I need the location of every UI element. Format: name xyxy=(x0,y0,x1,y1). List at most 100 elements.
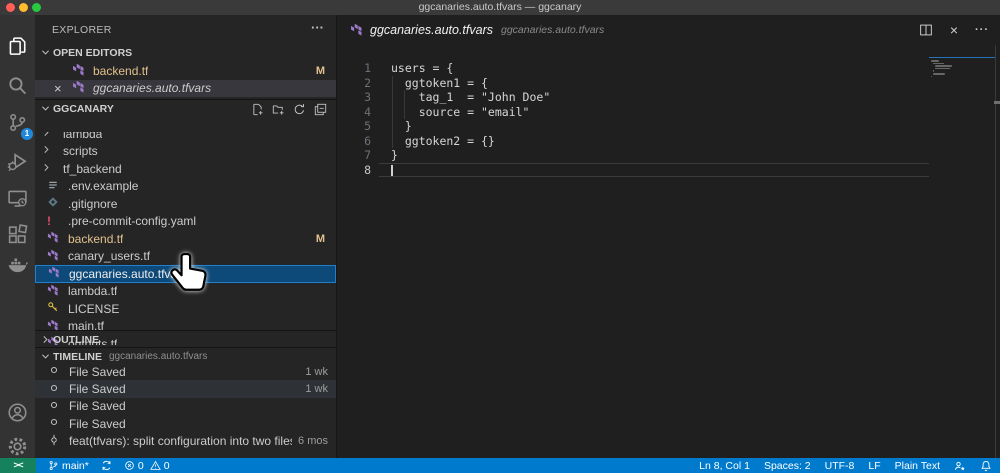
gitignore-icon xyxy=(47,196,61,211)
line-number: 2 xyxy=(364,75,371,90)
section-title: TIMELINE xyxy=(53,350,102,363)
status-label: LF xyxy=(868,459,881,472)
section-header-open-editors[interactable]: OPEN EDITORS xyxy=(35,44,336,61)
line-number: 4 xyxy=(364,104,371,119)
status-git-branch[interactable]: main* xyxy=(48,460,89,472)
tree-item-.env.example[interactable]: .env.example xyxy=(35,178,336,196)
folder-label: lambda xyxy=(63,132,103,141)
status-warnings[interactable]: 0 xyxy=(149,459,170,472)
new-file-icon[interactable] xyxy=(249,101,265,117)
status-eol[interactable]: LF xyxy=(868,460,880,472)
collapse-all-icon[interactable] xyxy=(312,101,328,117)
terraform-icon xyxy=(47,249,61,264)
history-circle-icon xyxy=(48,399,60,414)
activity-item-run-debug[interactable] xyxy=(0,144,35,179)
status-indentation[interactable]: Spaces: 2 xyxy=(764,460,811,472)
status-errors[interactable]: 0 xyxy=(124,460,144,472)
feedback-icon xyxy=(954,460,966,472)
remote-explorer-icon xyxy=(7,188,28,209)
status-cursor-position[interactable]: Ln 8, Col 1 xyxy=(699,460,750,472)
title-bar: ggcanaries.auto.tfvars — ggcanary xyxy=(0,0,1000,15)
close-editor-button[interactable]: × xyxy=(946,22,962,38)
tree-item-lambda.tf[interactable]: lambda.tf xyxy=(35,283,336,301)
status-label: 0 xyxy=(163,459,170,472)
tree-item-.gitignore[interactable]: .gitignore xyxy=(35,195,336,213)
tree-item-scripts[interactable]: scripts xyxy=(35,143,336,161)
scrollbar-track[interactable] xyxy=(995,45,996,458)
tree-item-backend.tf[interactable]: backend.tf M xyxy=(35,230,336,248)
account-icon xyxy=(7,402,28,423)
tree-item-tf_backend[interactable]: tf_backend xyxy=(35,160,336,178)
activity-item-explorer[interactable] xyxy=(0,29,35,64)
minimap[interactable] xyxy=(929,60,994,88)
file-tree: lambda scripts tf_backend .env.example .giti… xyxy=(35,132,336,345)
section-header-outline[interactable]: OUTLINE xyxy=(35,330,336,348)
code-editor[interactable]: 1 users = {2 ggtoken1 = {3 tag_1 = "John … xyxy=(337,45,1000,458)
status-bar-right: Ln 8, Col 1 Spaces: 2 UTF-8 LF Plain Text xyxy=(699,460,992,472)
activity-item-accounts[interactable] xyxy=(0,395,35,430)
git-commit-icon xyxy=(48,434,60,449)
remote-indicator[interactable]: >< xyxy=(0,458,36,473)
code-line: ggtoken2 = {} xyxy=(391,133,495,148)
section-title: OPEN EDITORS xyxy=(53,46,133,59)
chevron-right-icon xyxy=(41,162,55,176)
activity-item-remote-explorer[interactable] xyxy=(0,181,35,216)
activity-item-docker[interactable] xyxy=(0,247,35,282)
sidebar-more-actions-icon[interactable]: ··· xyxy=(311,20,324,35)
remote-icon: >< xyxy=(13,460,23,471)
timeline-item[interactable]: feat(tfvars): split configuration into t… xyxy=(35,433,336,450)
sync-icon xyxy=(101,460,112,471)
line-number: 3 xyxy=(364,90,371,104)
editor-label: backend.tf xyxy=(93,63,149,78)
minimap-line xyxy=(931,60,940,62)
minimap-slider-edge xyxy=(929,57,995,58)
terraform-icon xyxy=(47,231,61,246)
terraform-icon xyxy=(48,266,62,281)
timeline-time: 6 mos xyxy=(298,435,328,448)
section-header-folder-root[interactable]: GGCANARY xyxy=(35,99,336,117)
open-editor-backend.tf[interactable]: backend.tf M xyxy=(35,62,336,80)
activity-item-source-control[interactable]: 1 xyxy=(0,105,35,140)
history-circle-icon xyxy=(48,416,60,431)
timeline-label: File Saved xyxy=(69,416,126,431)
env-icon xyxy=(47,179,61,194)
status-sync[interactable] xyxy=(101,460,112,471)
more-actions-button[interactable]: ··· xyxy=(974,22,990,38)
editor-tab-label[interactable]: ggcanaries.auto.tfvars xyxy=(370,23,493,37)
timeline-item[interactable]: File Saved 1 wk xyxy=(35,380,336,398)
status-language-mode[interactable]: Plain Text xyxy=(895,460,940,472)
gear-icon xyxy=(7,436,28,457)
timeline-item[interactable]: File Saved 1 wk xyxy=(35,363,336,380)
editor-title-bar[interactable]: ggcanaries.auto.tfvars ggcanaries.auto.t… xyxy=(337,15,1000,45)
open-editor-ggcanaries.auto.tfvars[interactable]: × ggcanaries.auto.tfvars xyxy=(35,79,336,98)
refresh-icon[interactable] xyxy=(291,101,307,117)
editor-group: ggcanaries.auto.tfvars ggcanaries.auto.t… xyxy=(336,15,1000,458)
section-title: OUTLINE xyxy=(53,333,100,346)
status-encoding[interactable]: UTF-8 xyxy=(825,460,855,472)
tree-item-.pre-commit-config.yaml[interactable]: ! .pre-commit-config.yaml xyxy=(35,213,336,231)
close-editor-icon[interactable]: × xyxy=(54,80,62,98)
file-label: ggcanaries.auto.tfvars xyxy=(69,266,188,281)
folder-label: tf_backend xyxy=(63,161,122,176)
timeline-label: File Saved xyxy=(69,399,126,414)
terraform-icon xyxy=(350,23,364,37)
file-label: .env.example xyxy=(68,179,139,194)
tree-item-LICENSE[interactable]: LICENSE xyxy=(35,300,336,318)
timeline-item[interactable]: File Saved xyxy=(35,398,336,415)
terraform-icon xyxy=(72,63,85,79)
split-editor-button[interactable] xyxy=(918,22,934,38)
activity-item-search[interactable] xyxy=(0,68,35,103)
file-label: .gitignore xyxy=(68,196,118,211)
status-feedback[interactable] xyxy=(954,460,966,472)
chevron-down-icon xyxy=(37,101,53,117)
status-label: Plain Text xyxy=(894,459,940,472)
new-folder-icon[interactable] xyxy=(270,101,286,117)
history-circle-icon xyxy=(48,382,60,397)
timeline-item[interactable]: File Saved xyxy=(35,415,336,432)
tree-item-ggcanaries.auto.tfvars[interactable]: ggcanaries.auto.tfvars xyxy=(35,265,336,283)
line-number: 1 xyxy=(364,61,371,75)
status-notifications[interactable] xyxy=(980,460,992,472)
file-label: backend.tf xyxy=(68,231,124,246)
tree-item-lambda[interactable]: lambda xyxy=(35,132,336,143)
tree-item-canary_users.tf[interactable]: canary_users.tf xyxy=(35,248,336,266)
